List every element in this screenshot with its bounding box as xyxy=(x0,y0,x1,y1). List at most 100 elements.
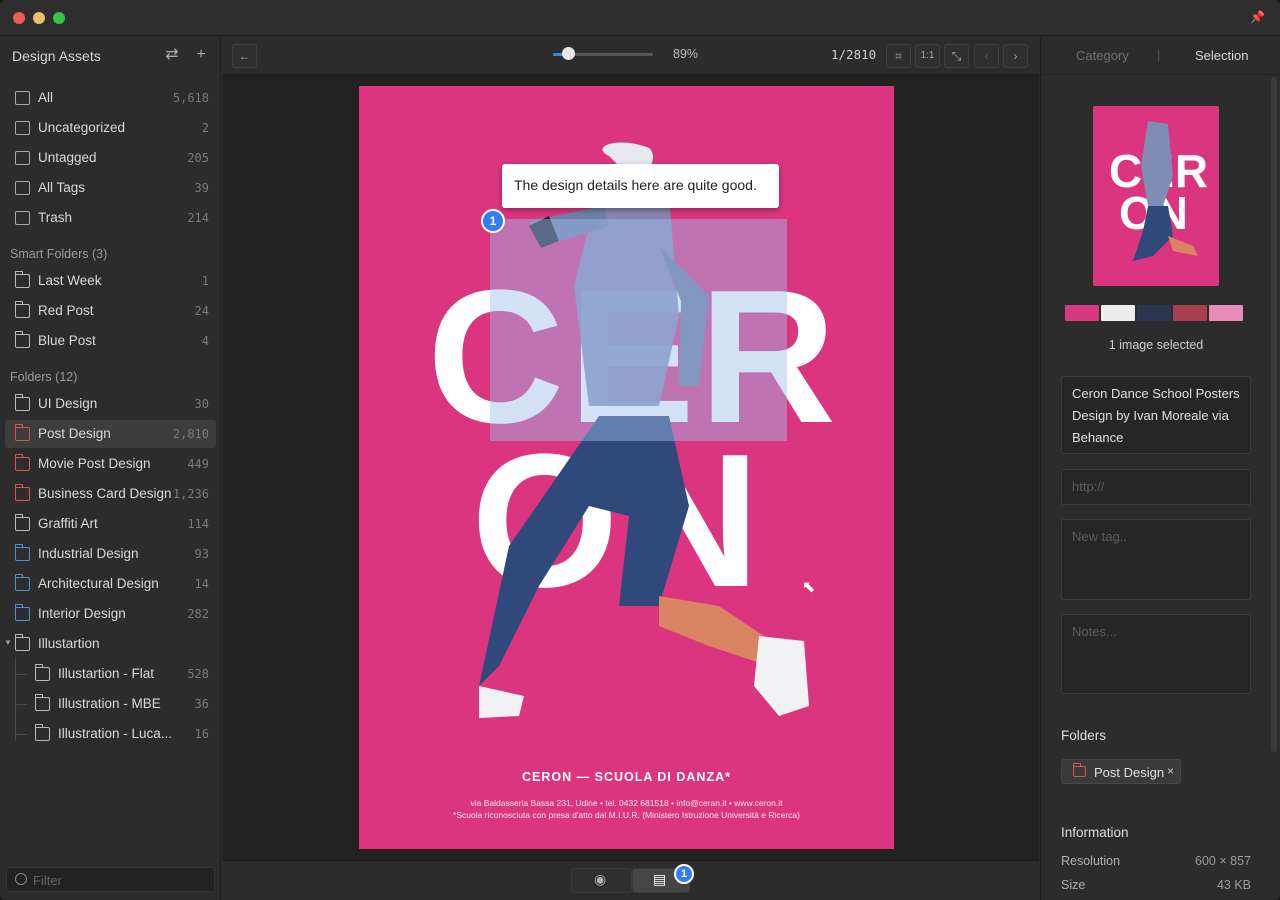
selection-count: 1 image selected xyxy=(1108,338,1204,352)
inspector-scrollbar[interactable] xyxy=(1271,77,1277,752)
sidebar-item-label: Red Post xyxy=(38,303,94,318)
folder-icon xyxy=(34,694,50,711)
sidebar-item-all[interactable]: All 5,618 xyxy=(5,84,216,112)
pointer-cursor-icon: ⬉ xyxy=(802,579,816,596)
annotation-marker[interactable]: 1 xyxy=(481,209,505,233)
color-swatch[interactable] xyxy=(1173,305,1207,321)
color-swatch[interactable] xyxy=(1209,305,1243,321)
sidebar-item-count: 1,236 xyxy=(172,487,209,501)
smart-folder-red-post[interactable]: Red Post 24 xyxy=(5,297,216,325)
folders-section-title: Folders xyxy=(1061,728,1107,743)
poster-image[interactable]: CER ON 1 The design details here are qu xyxy=(359,86,894,849)
tab-selection[interactable]: Selection xyxy=(1195,48,1248,63)
fit-screen-icon[interactable]: ⤡ xyxy=(944,44,969,68)
notes-placeholder: Notes... xyxy=(1072,624,1117,639)
previous-button[interactable]: ‹ xyxy=(974,44,999,68)
question-box-icon xyxy=(15,121,30,135)
actual-size-button[interactable]: 1:1 xyxy=(915,44,940,68)
smart-folder-blue-post[interactable]: Blue Post 4 xyxy=(5,327,216,355)
sidebar-item-count: 449 xyxy=(187,457,209,471)
folder-illustartion-flat[interactable]: Illustartion - Flat 528 xyxy=(5,660,216,688)
smart-folder-icon xyxy=(14,271,30,288)
image-stage: CER ON 1 The design details here are qu xyxy=(222,75,1039,860)
folder-post-design[interactable]: Post Design 2,810 xyxy=(5,420,216,448)
folder-icon xyxy=(34,664,50,681)
folder-chip[interactable]: Post Design × xyxy=(1061,759,1181,784)
smart-folders-heading[interactable]: Smart Folders (3) xyxy=(10,247,107,261)
sidebar-item-uncategorized[interactable]: Uncategorized 2 xyxy=(5,114,216,142)
sidebar-item-count: 2,810 xyxy=(172,427,209,441)
poster-title: CERON — SCUOLA DI DANZA* xyxy=(522,770,731,784)
crop-icon[interactable]: ⌗ xyxy=(886,44,911,68)
annotation-region[interactable] xyxy=(490,219,787,441)
remove-folder-icon[interactable]: × xyxy=(1167,764,1174,778)
folder-movie-post-design[interactable]: Movie Post Design 449 xyxy=(5,450,216,478)
tag-field[interactable]: New tag.. xyxy=(1061,519,1251,600)
sidebar-item-label: Blue Post xyxy=(38,333,96,348)
inspector-tabs: Category | Selection xyxy=(1041,37,1280,75)
next-button[interactable]: › xyxy=(1003,44,1028,68)
smart-folder-last-week[interactable]: Last Week 1 xyxy=(5,267,216,295)
info-value: 43 KB xyxy=(1216,878,1251,892)
url-field[interactable]: http:// xyxy=(1061,469,1251,505)
sidebar-item-count: 4 xyxy=(201,334,209,348)
notes-field[interactable]: Notes... xyxy=(1061,614,1251,694)
tag-placeholder: New tag.. xyxy=(1072,529,1127,544)
thumbnail-figure xyxy=(1133,121,1198,261)
zoom-window-button[interactable] xyxy=(53,12,65,24)
pin-icon[interactable]: 📌 xyxy=(1250,10,1265,24)
sidebar-item-count: 282 xyxy=(187,607,209,621)
selection-thumbnail[interactable]: CER ON xyxy=(1093,106,1219,286)
annotation-comment[interactable]: The design details here are quite good. xyxy=(502,164,779,208)
description-field[interactable]: Ceron Dance School Posters Design by Iva… xyxy=(1061,376,1251,454)
filter-input[interactable]: Filter xyxy=(6,867,215,892)
minimize-window-button[interactable] xyxy=(33,12,45,24)
color-swatch[interactable] xyxy=(1137,305,1171,321)
folder-illustration-luca[interactable]: Illustration - Luca... 16 xyxy=(5,720,216,748)
info-value: 600 × 857 xyxy=(1195,854,1251,868)
zoom-slider-handle[interactable] xyxy=(562,47,575,60)
sidebar-item-label: Industrial Design xyxy=(38,546,139,561)
sidebar-item-untagged[interactable]: Untagged 205 xyxy=(5,144,216,172)
annotation-comment-text: The design details here are quite good. xyxy=(514,177,757,193)
tab-category[interactable]: Category xyxy=(1076,48,1129,63)
add-icon[interactable]: + xyxy=(192,46,210,64)
chevron-down-icon[interactable]: ▼ xyxy=(4,638,12,647)
folder-graffiti-art[interactable]: Graffiti Art 114 xyxy=(5,510,216,538)
folder-icon xyxy=(14,424,30,441)
sidebar-item-label: All Tags xyxy=(38,180,86,195)
sidebar-item-label: All xyxy=(38,90,54,105)
library-title[interactable]: Design Assets xyxy=(12,48,101,64)
search-icon xyxy=(15,873,27,885)
information-section-title: Information xyxy=(1061,825,1129,840)
sidebar-item-label: UI Design xyxy=(38,396,98,411)
folder-icon xyxy=(14,604,30,621)
folder-interior-design[interactable]: Interior Design 282 xyxy=(5,600,216,628)
color-swatch[interactable] xyxy=(1101,305,1135,321)
back-button[interactable]: ← xyxy=(232,44,257,68)
inspector-panel: Category | Selection CER ON 1 image sele… xyxy=(1040,37,1280,900)
sidebar-item-label: Post Design xyxy=(38,426,111,441)
sidebar-item-count: 2 xyxy=(201,121,209,135)
preview-toggle[interactable]: ◉ xyxy=(571,868,632,893)
viewer: ← 89% 1/2810 ⌗ 1:1 ⤡ ‹ › CER ON xyxy=(222,37,1039,900)
folder-industrial-design[interactable]: Industrial Design 93 xyxy=(5,540,216,568)
sidebar-item-trash[interactable]: Trash 214 xyxy=(5,204,216,232)
swap-library-icon[interactable]: ⇄ xyxy=(163,46,181,64)
folder-illustartion[interactable]: ▼ Illustartion xyxy=(4,630,216,658)
sidebar-header: Design Assets ⇄ + xyxy=(0,37,221,75)
sidebar-item-label: Movie Post Design xyxy=(38,456,151,471)
zoom-level: 89% xyxy=(673,47,699,61)
untagged-icon xyxy=(15,151,30,165)
close-window-button[interactable] xyxy=(13,12,25,24)
folder-ui-design[interactable]: UI Design 30 xyxy=(5,390,216,418)
folder-architectural-design[interactable]: Architectural Design 14 xyxy=(5,570,216,598)
folders-heading[interactable]: Folders (12) xyxy=(10,370,77,384)
sidebar-item-all-tags[interactable]: All Tags 39 xyxy=(5,174,216,202)
folder-business-card-design[interactable]: Business Card Design 1,236 xyxy=(5,480,216,508)
sidebar-item-label: Illustration - MBE xyxy=(58,696,161,711)
folder-illustration-mbe[interactable]: Illustration - MBE 36 xyxy=(5,690,216,718)
folder-icon xyxy=(14,394,30,411)
color-swatch[interactable] xyxy=(1065,305,1099,321)
sidebar-item-label: Untagged xyxy=(38,150,97,165)
